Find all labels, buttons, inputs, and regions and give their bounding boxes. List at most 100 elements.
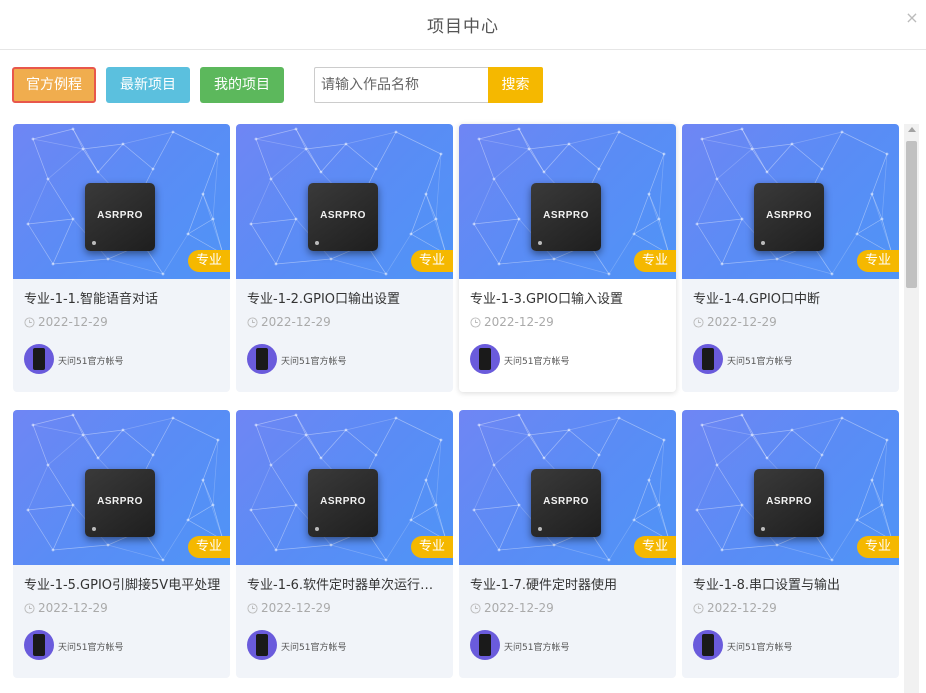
avatar [693,344,723,374]
project-date: 2022-12-29 [470,601,554,615]
author-name: 天问51官方帐号 [281,357,347,367]
chip-image: ASRPRO [531,183,601,251]
date-text: 2022-12-29 [38,601,108,615]
project-date: 2022-12-29 [24,315,108,329]
chip-image: ASRPRO [754,183,824,251]
chip-label: ASRPRO [320,210,366,221]
date-text: 2022-12-29 [707,315,777,329]
category-badge: 专业 [411,250,453,272]
author-name: 天问51官方帐号 [58,357,124,367]
date-text: 2022-12-29 [38,315,108,329]
project-date: 2022-12-29 [24,601,108,615]
project-thumbnail: ASRPRO 专业 [236,124,453,279]
project-thumbnail: ASRPRO 专业 [682,410,899,565]
project-date: 2022-12-29 [693,315,777,329]
project-date: 2022-12-29 [247,601,331,615]
avatar [247,344,277,374]
scrollbar[interactable] [904,124,919,693]
project-date: 2022-12-29 [693,601,777,615]
project-card[interactable]: ASRPRO 专业 专业-1-3.GPIO口输入设置 2022-12-29 天问… [459,124,676,392]
project-title[interactable]: 专业-1-2.GPIO口输出设置 [247,288,445,307]
category-badge: 专业 [857,536,899,558]
chip-label: ASRPRO [97,210,143,221]
chip-image: ASRPRO [308,183,378,251]
chip-image: ASRPRO [308,469,378,537]
chip-label: ASRPRO [543,496,589,507]
category-badge: 专业 [857,250,899,272]
project-card[interactable]: ASRPRO 专业 专业-1-5.GPIO引脚接5V电平处理 2022-12-2… [13,410,230,678]
project-title[interactable]: 专业-1-3.GPIO口输入设置 [470,288,668,307]
author-name: 天问51官方帐号 [58,643,124,653]
category-badge: 专业 [634,536,676,558]
clock-icon [247,602,258,614]
project-card[interactable]: ASRPRO 专业 专业-1-1.智能语音对话 2022-12-29 天问51官… [13,124,230,392]
chip-image: ASRPRO [85,469,155,537]
latest-projects-button[interactable]: 最新项目 [106,67,190,103]
clock-icon [693,602,704,614]
clock-icon [247,316,258,328]
project-title[interactable]: 专业-1-4.GPIO口中断 [693,288,891,307]
category-badge: 专业 [188,250,230,272]
chip-label: ASRPRO [766,210,812,221]
date-text: 2022-12-29 [261,315,331,329]
avatar [470,344,500,374]
project-title[interactable]: 专业-1-8.串口设置与输出 [693,574,891,593]
clock-icon [470,602,481,614]
avatar [24,344,54,374]
chip-image: ASRPRO [754,469,824,537]
my-projects-button[interactable]: 我的项目 [200,67,284,103]
project-card[interactable]: ASRPRO 专业 专业-1-8.串口设置与输出 2022-12-29 天问51… [682,410,899,678]
project-thumbnail: ASRPRO 专业 [13,410,230,565]
chip-image: ASRPRO [85,183,155,251]
category-badge: 专业 [188,536,230,558]
project-grid: ASRPRO 专业 专业-1-1.智能语音对话 2022-12-29 天问51官… [13,124,903,693]
clock-icon [24,602,35,614]
search-button[interactable]: 搜索 [488,67,543,103]
project-thumbnail: ASRPRO 专业 [236,410,453,565]
avatar [693,630,723,660]
scrollbar-thumb[interactable] [906,141,917,288]
chip-image: ASRPRO [531,469,601,537]
project-thumbnail: ASRPRO 专业 [459,124,676,279]
search-input[interactable] [314,67,502,103]
chip-label: ASRPRO [320,496,366,507]
clock-icon [470,316,481,328]
project-title[interactable]: 专业-1-7.硬件定时器使用 [470,574,668,593]
author-name: 天问51官方帐号 [281,643,347,653]
project-card[interactable]: ASRPRO 专业 专业-1-2.GPIO口输出设置 2022-12-29 天问… [236,124,453,392]
project-thumbnail: ASRPRO 专业 [13,124,230,279]
project-title[interactable]: 专业-1-5.GPIO引脚接5V电平处理 [24,574,222,593]
clock-icon [693,316,704,328]
project-card[interactable]: ASRPRO 专业 专业-1-7.硬件定时器使用 2022-12-29 天问51… [459,410,676,678]
close-icon[interactable]: × [904,10,920,26]
scroll-up-arrow-icon[interactable] [908,127,916,132]
project-title[interactable]: 专业-1-1.智能语音对话 [24,288,222,307]
author-name: 天问51官方帐号 [504,643,570,653]
dialog-title: 项目中心 [427,17,499,37]
chip-label: ASRPRO [543,210,589,221]
date-text: 2022-12-29 [261,601,331,615]
clock-icon [24,316,35,328]
project-thumbnail: ASRPRO 专业 [459,410,676,565]
date-text: 2022-12-29 [484,601,554,615]
date-text: 2022-12-29 [484,315,554,329]
category-badge: 专业 [634,250,676,272]
avatar [24,630,54,660]
dialog-header: 项目中心 × [0,0,926,50]
project-date: 2022-12-29 [247,315,331,329]
avatar [247,630,277,660]
author-name: 天问51官方帐号 [727,357,793,367]
chip-label: ASRPRO [97,496,143,507]
chip-label: ASRPRO [766,496,812,507]
author-name: 天问51官方帐号 [504,357,570,367]
avatar [470,630,500,660]
project-title[interactable]: 专业-1-6.软件定时器单次运行和... [247,574,445,593]
official-examples-button[interactable]: 官方例程 [12,67,96,103]
date-text: 2022-12-29 [707,601,777,615]
project-card[interactable]: ASRPRO 专业 专业-1-6.软件定时器单次运行和... 2022-12-2… [236,410,453,678]
author-name: 天问51官方帐号 [727,643,793,653]
project-date: 2022-12-29 [470,315,554,329]
project-thumbnail: ASRPRO 专业 [682,124,899,279]
project-card[interactable]: ASRPRO 专业 专业-1-4.GPIO口中断 2022-12-29 天问51… [682,124,899,392]
category-badge: 专业 [411,536,453,558]
